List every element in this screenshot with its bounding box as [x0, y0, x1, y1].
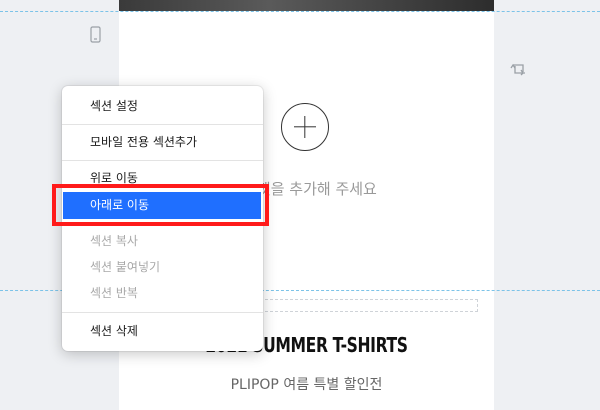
menu-item-add-mobile-section[interactable]: 모바일 전용 섹션추가 [62, 130, 263, 154]
menu-item-repeat-section: 섹션 반복 [90, 286, 138, 300]
section-subline: PLIPOP 여름 특별 할인전 [230, 377, 383, 393]
menu-divider [62, 160, 263, 161]
add-widget-button[interactable] [281, 103, 329, 151]
menu-divider [62, 124, 263, 125]
menu-item-copy-section: 섹션 복사 [90, 234, 138, 248]
menu-item-paste-section: 섹션 붙여넣기 [90, 260, 161, 274]
mobile-device-icon[interactable] [89, 26, 103, 48]
menu-item-delete-section[interactable]: 섹션 삭제 [62, 319, 263, 343]
menu-divider [62, 312, 263, 313]
menu-item-section-settings[interactable]: 섹션 설정 [62, 94, 263, 118]
section-image-top [119, 0, 494, 11]
section-guide-top [0, 11, 600, 12]
menu-item-move-down[interactable]: 아래로 이동 [63, 192, 261, 219]
swap-icon[interactable] [509, 60, 529, 82]
